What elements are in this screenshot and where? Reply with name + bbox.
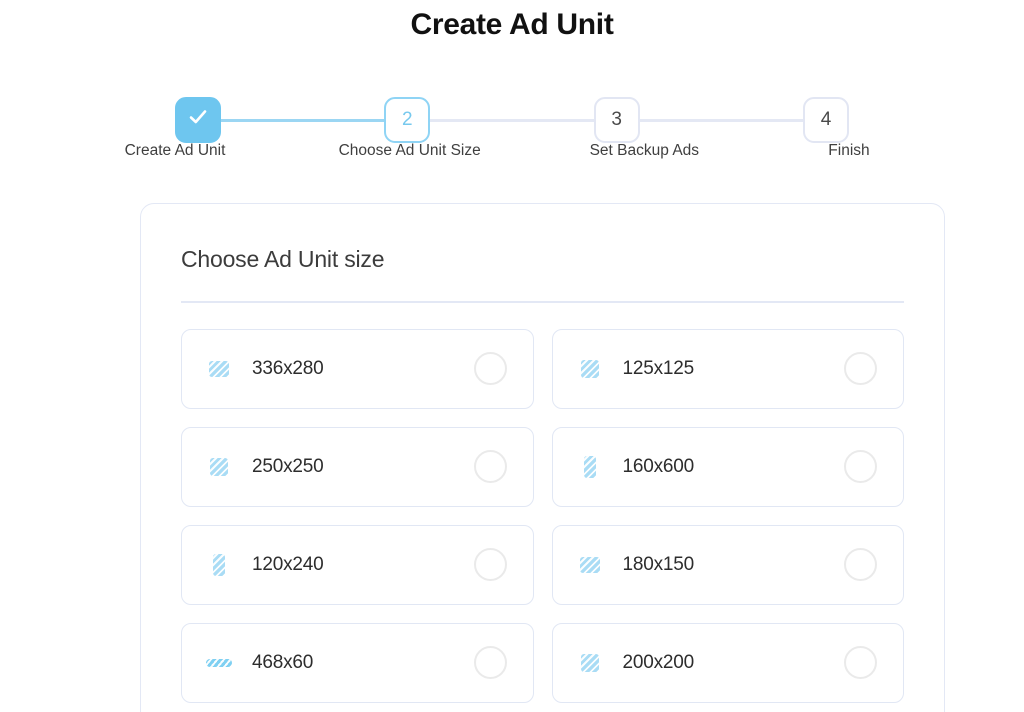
ad-size-option-468x60[interactable]: 468x60 bbox=[181, 622, 534, 703]
ad-size-option-250x250[interactable]: 250x250 bbox=[181, 426, 534, 507]
ad-size-option-125x125[interactable]: 125x125 bbox=[551, 328, 904, 409]
ad-size-icon bbox=[575, 653, 605, 672]
stepper-connector-3 bbox=[638, 118, 804, 122]
card-title: Choose Ad Unit size bbox=[181, 246, 385, 272]
ad-size-radio[interactable] bbox=[473, 646, 507, 679]
ad-size-radio[interactable] bbox=[844, 450, 877, 483]
ad-size-label: 468x60 bbox=[252, 651, 314, 673]
ad-size-label: 200x200 bbox=[622, 651, 695, 673]
ad-size-label: 336x280 bbox=[252, 357, 324, 379]
ad-size-icon bbox=[204, 553, 234, 576]
progress-stepper: 2 3 4 Create Ad Unit Choose Ad Unit Size… bbox=[125, 72, 872, 168]
ad-size-option-336x280[interactable]: 336x280 bbox=[181, 328, 534, 409]
ad-size-options-grid: 336x280 125x125 250x250 160x600 120x240 … bbox=[181, 328, 904, 703]
card-divider bbox=[181, 301, 904, 303]
ad-size-label: 160x600 bbox=[622, 455, 695, 477]
ad-size-option-200x200[interactable]: 200x200 bbox=[551, 622, 904, 703]
ad-size-label: 125x125 bbox=[622, 357, 695, 379]
ad-size-icon bbox=[575, 359, 605, 378]
ad-size-label: 120x240 bbox=[252, 553, 324, 575]
check-icon bbox=[186, 105, 210, 135]
ad-size-radio[interactable] bbox=[473, 352, 507, 385]
step-4-finish[interactable]: 4 bbox=[802, 97, 849, 143]
ad-size-label: 250x250 bbox=[252, 455, 324, 477]
ad-size-icon bbox=[575, 556, 605, 573]
ad-size-icon bbox=[204, 360, 234, 377]
ad-size-label: 180x150 bbox=[622, 553, 695, 575]
ad-size-option-160x600[interactable]: 160x600 bbox=[551, 426, 904, 507]
choose-ad-unit-size-card: Choose Ad Unit size 336x280 125x125 250x… bbox=[140, 203, 945, 712]
step-label-create-ad-unit: Create Ad Unit bbox=[124, 142, 226, 159]
create-ad-unit-page: Create Ad Unit 2 3 4 Create Ad Unit Choo… bbox=[0, 0, 1024, 712]
step-label-finish: Finish bbox=[828, 142, 870, 159]
stepper-track: 2 3 4 bbox=[175, 95, 849, 145]
ad-size-radio[interactable] bbox=[844, 352, 877, 385]
step-1-create-ad-unit[interactable] bbox=[175, 97, 221, 143]
ad-size-icon bbox=[204, 457, 234, 476]
ad-size-radio[interactable] bbox=[844, 548, 877, 581]
ad-size-icon bbox=[204, 658, 234, 667]
ad-size-icon bbox=[575, 455, 605, 478]
ad-size-option-180x150[interactable]: 180x150 bbox=[551, 524, 904, 605]
step-2-choose-ad-unit-size[interactable]: 2 bbox=[384, 97, 431, 143]
step-label-set-backup-ads: Set Backup Ads bbox=[589, 142, 700, 159]
stepper-connector-2 bbox=[429, 118, 595, 122]
ad-size-radio[interactable] bbox=[473, 450, 507, 483]
ad-size-radio[interactable] bbox=[844, 646, 877, 679]
stepper-labels: Create Ad Unit Choose Ad Unit Size Set B… bbox=[125, 142, 872, 160]
ad-size-radio[interactable] bbox=[473, 548, 507, 581]
ad-size-option-120x240[interactable]: 120x240 bbox=[181, 524, 534, 605]
page-title: Create Ad Unit bbox=[410, 8, 614, 41]
step-3-set-backup-ads[interactable]: 3 bbox=[593, 97, 640, 143]
stepper-connector-1 bbox=[220, 118, 386, 122]
step-label-choose-ad-unit-size: Choose Ad Unit Size bbox=[338, 142, 481, 159]
